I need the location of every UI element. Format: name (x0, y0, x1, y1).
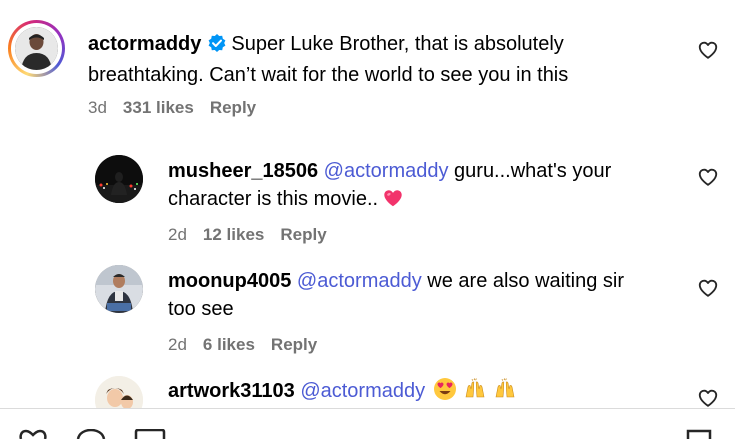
verified-badge-icon (207, 33, 227, 61)
comment-text: artwork31103 @actormaddy (168, 377, 517, 409)
comment-line-2: too see (168, 298, 234, 320)
comment-text: moonup4005 @actormaddy we are also waiti… (168, 267, 624, 323)
comment-meta: 3d 331 likes Reply (88, 98, 272, 118)
likes-count[interactable]: 331 likes (123, 98, 194, 117)
avatar[interactable] (95, 155, 143, 203)
post-action-bar (0, 409, 735, 439)
like-heart-icon[interactable] (697, 387, 719, 409)
mention-link[interactable]: @actormaddy (297, 270, 422, 292)
mention-link[interactable]: @actormaddy (324, 160, 449, 182)
raised-hands-emoji (463, 377, 487, 409)
like-heart-icon[interactable] (697, 39, 719, 61)
comment-line-2: character is this movie.. (168, 188, 379, 210)
username[interactable]: artwork31103 (168, 380, 295, 402)
save-icon[interactable] (686, 429, 712, 439)
comment-meta: 2d 6 likes Reply (168, 335, 333, 355)
comment-line-2: breathtaking. Can’t wait for the world t… (88, 64, 569, 86)
raised-hands-emoji (493, 377, 517, 409)
likes-count[interactable]: 6 likes (203, 335, 255, 354)
username[interactable]: musheer_18506 (168, 160, 318, 182)
reply-button[interactable]: Reply (271, 335, 317, 354)
username[interactable]: moonup4005 (168, 270, 291, 292)
comment-icon[interactable] (76, 429, 106, 439)
comment-age: 2d (168, 225, 187, 244)
comment-line-1: we are also waiting sir (427, 270, 625, 292)
mention-link[interactable]: @actormaddy (300, 380, 425, 402)
comment-meta: 2d 12 likes Reply (168, 225, 343, 245)
share-icon[interactable] (134, 429, 166, 439)
likes-count[interactable]: 12 likes (203, 225, 264, 244)
avatar[interactable] (15, 27, 58, 70)
story-ring[interactable] (8, 20, 65, 77)
comment-line-1: guru...what's your (454, 160, 612, 182)
heart-eyes-emoji (433, 377, 457, 409)
pink-heart-emoji (382, 187, 404, 217)
comment-age: 3d (88, 98, 107, 117)
reply-button[interactable]: Reply (210, 98, 256, 117)
avatar[interactable] (95, 265, 143, 313)
username[interactable]: actormaddy (88, 33, 201, 55)
like-post-icon[interactable] (18, 429, 48, 439)
comment-text: actormaddy Super Luke Brother, that is ab… (88, 30, 568, 89)
reply-button[interactable]: Reply (280, 225, 326, 244)
comment-age: 2d (168, 335, 187, 354)
comment-line-1: Super Luke Brother, that is absolutely (231, 33, 564, 55)
like-heart-icon[interactable] (697, 166, 719, 188)
like-heart-icon[interactable] (697, 277, 719, 299)
comment-text: musheer_18506 @actormaddy guru...what's … (168, 157, 611, 217)
